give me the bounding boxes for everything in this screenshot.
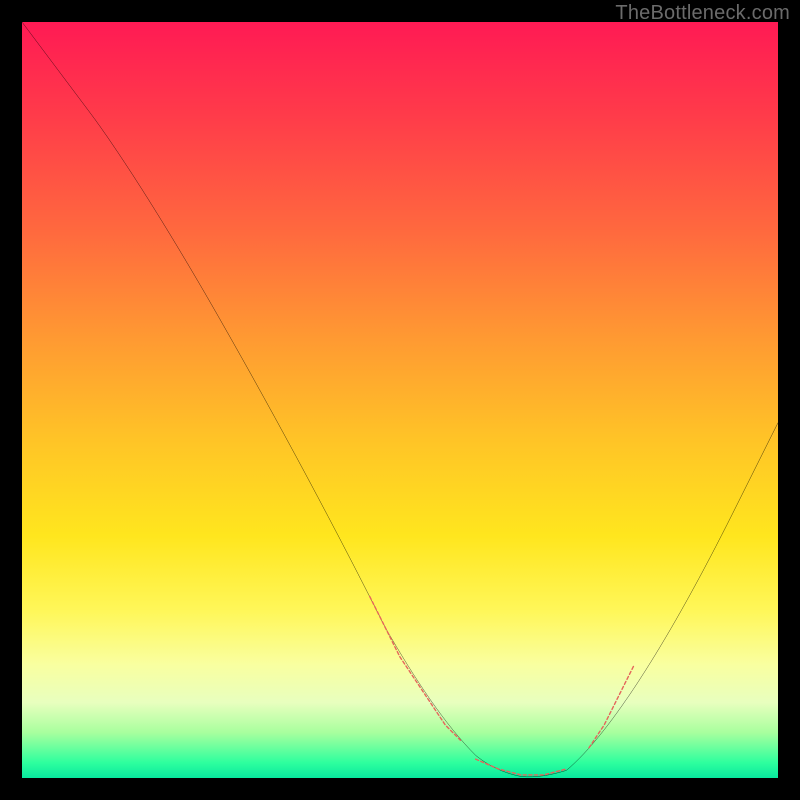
outer-frame: TheBottleneck.com: [0, 0, 800, 800]
highlight-dashes-right: [589, 665, 634, 748]
curve-svg: [22, 22, 778, 778]
plot-area: [22, 22, 778, 778]
watermark-text: TheBottleneck.com: [615, 2, 790, 25]
highlight-dashes-bottom: [476, 759, 567, 775]
bottleneck-curve: [22, 22, 778, 777]
highlight-dashes-left: [370, 597, 461, 741]
